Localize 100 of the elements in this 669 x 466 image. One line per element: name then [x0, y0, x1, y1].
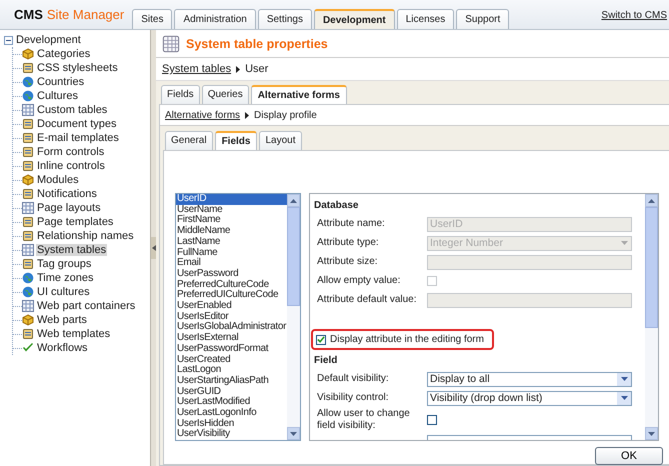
main-tab[interactable]: Administration: [174, 9, 256, 29]
main-tab[interactable]: Development: [314, 9, 395, 29]
caret-icon: [620, 241, 628, 245]
main-tab[interactable]: Licenses: [396, 9, 454, 29]
document-icon: [22, 188, 34, 200]
dropdown[interactable]: Visibility (drop down list): [427, 390, 632, 406]
switch-link[interactable]: Switch to CMS: [601, 10, 667, 21]
logo-text: CMS: [14, 7, 43, 22]
main-tab[interactable]: Sites: [132, 9, 172, 29]
tree-item[interactable]: Document types: [36, 118, 118, 130]
list-item[interactable]: UserStartingAliasPath: [176, 376, 287, 387]
app-title: Site Manager: [46, 7, 124, 22]
list-item[interactable]: UserIsEditor: [176, 312, 287, 322]
document-icon: [22, 230, 34, 242]
checkbox[interactable]: [427, 415, 437, 425]
tree-item[interactable]: Workflows: [36, 342, 89, 354]
tree-item[interactable]: Custom tables: [36, 104, 108, 116]
globe-icon: [22, 90, 34, 102]
list-item[interactable]: Email: [176, 258, 287, 269]
tree-item[interactable]: UI cultures: [36, 286, 91, 298]
tree-item[interactable]: System tables: [36, 244, 108, 256]
document-icon: [22, 216, 34, 228]
list-item[interactable]: UserEnabled: [176, 301, 287, 312]
tab[interactable]: Layout: [259, 131, 302, 150]
list-item[interactable]: UserIsGlobalAdministrator: [176, 322, 287, 334]
list-item[interactable]: UserVisibility: [176, 429, 287, 440]
tab[interactable]: General: [165, 131, 213, 150]
list-item[interactable]: UserPassword: [176, 268, 287, 280]
field-label: Attribute type:: [316, 237, 380, 249]
tree-item[interactable]: Web templates: [36, 328, 112, 340]
list-item[interactable]: UserCreated: [176, 354, 287, 366]
tree-item[interactable]: Web part containers: [36, 300, 136, 312]
ok-button[interactable]: OK: [595, 447, 663, 465]
caret-icon: [620, 396, 628, 400]
checkbox-label: Display attribute in the editing form: [330, 334, 484, 345]
page-title: System table properties: [186, 36, 328, 50]
list-item[interactable]: FirstName: [176, 215, 287, 226]
field-label: Attribute name:: [316, 218, 386, 230]
tree-item[interactable]: Page layouts: [36, 202, 102, 214]
scroll-up-icon[interactable]: [290, 198, 297, 202]
list-item[interactable]: UserPasswordFormat: [176, 344, 287, 355]
tree-item[interactable]: Page templates: [36, 216, 114, 228]
list-item[interactable]: UserIsHidden: [176, 418, 287, 430]
field-label: Default visibility:: [316, 373, 390, 385]
breadcrumb-arrow-icon: [236, 66, 240, 72]
tree-item[interactable]: Web parts: [36, 314, 88, 326]
attribute-list[interactable]: [175, 193, 301, 441]
list-item[interactable]: UserID: [176, 194, 287, 205]
collapse-handle[interactable]: [151, 237, 156, 259]
breadcrumb-link[interactable]: Alternative forms: [165, 110, 240, 120]
dropdown[interactable]: Display to all: [427, 372, 632, 386]
tree-item[interactable]: Development: [16, 34, 81, 46]
field-label: Attribute default value:: [316, 294, 418, 306]
list-item[interactable]: UserLastModified: [176, 397, 287, 408]
tab[interactable]: Queries: [202, 85, 249, 104]
list-item[interactable]: MiddleName: [176, 226, 287, 237]
breadcrumb-link[interactable]: System tables: [162, 63, 232, 75]
list-item[interactable]: FullName: [176, 248, 287, 258]
scrollbar[interactable]: [645, 194, 658, 440]
list-item[interactable]: LastName: [176, 236, 287, 248]
tree-item[interactable]: Relationship names: [36, 230, 135, 242]
caret-icon: [620, 377, 628, 381]
list-item[interactable]: UserIsExternal: [176, 333, 287, 344]
tree-item[interactable]: Cultures: [36, 90, 79, 102]
tab[interactable]: Fields: [214, 131, 258, 150]
document-icon: [22, 62, 34, 74]
scroll-down-icon[interactable]: [290, 432, 297, 436]
list-item[interactable]: UserName: [176, 204, 287, 216]
main-tab[interactable]: Settings: [258, 9, 312, 29]
tree-item[interactable]: Inline controls: [36, 160, 106, 172]
scroll-down-icon[interactable]: [648, 432, 655, 436]
tab[interactable]: Fields: [161, 85, 200, 104]
globe-icon: [22, 76, 34, 88]
tree-item[interactable]: E-mail templates: [36, 132, 120, 144]
tree-item[interactable]: Countries: [36, 76, 86, 88]
cube-icon: [22, 174, 34, 186]
checkbox[interactable]: [316, 334, 326, 344]
field-label: Allow user to change field visibility:: [316, 408, 411, 432]
list-item[interactable]: PreferredUICultureCode: [176, 290, 287, 302]
document-icon: [22, 146, 34, 158]
main-tab[interactable]: Support: [456, 9, 510, 29]
tree-item[interactable]: Form controls: [36, 146, 106, 158]
scroll-up-icon[interactable]: [648, 198, 655, 202]
document-icon: [22, 258, 34, 270]
tab[interactable]: Alternative forms: [250, 85, 347, 104]
tree-item[interactable]: Categories: [36, 48, 92, 60]
collapse-icon[interactable]: [4, 36, 13, 44]
tree-item[interactable]: Tag groups: [36, 258, 92, 270]
document-icon: [22, 132, 34, 144]
list-item[interactable]: UserLastLogonInfo: [176, 408, 287, 419]
tree-item[interactable]: CSS stylesheets: [36, 62, 119, 74]
list-item[interactable]: LastLogon: [176, 365, 287, 376]
breadcrumb-current: Display profile: [254, 110, 317, 120]
tree-item[interactable]: Time zones: [36, 272, 94, 284]
list-item[interactable]: PreferredCultureCode: [176, 280, 287, 290]
scrollbar[interactable]: [287, 194, 300, 440]
list-item[interactable]: UserGUID: [176, 386, 287, 398]
tree-item[interactable]: Modules: [36, 174, 80, 186]
cube-icon: [22, 48, 34, 60]
tree-item[interactable]: Notifications: [36, 188, 98, 200]
